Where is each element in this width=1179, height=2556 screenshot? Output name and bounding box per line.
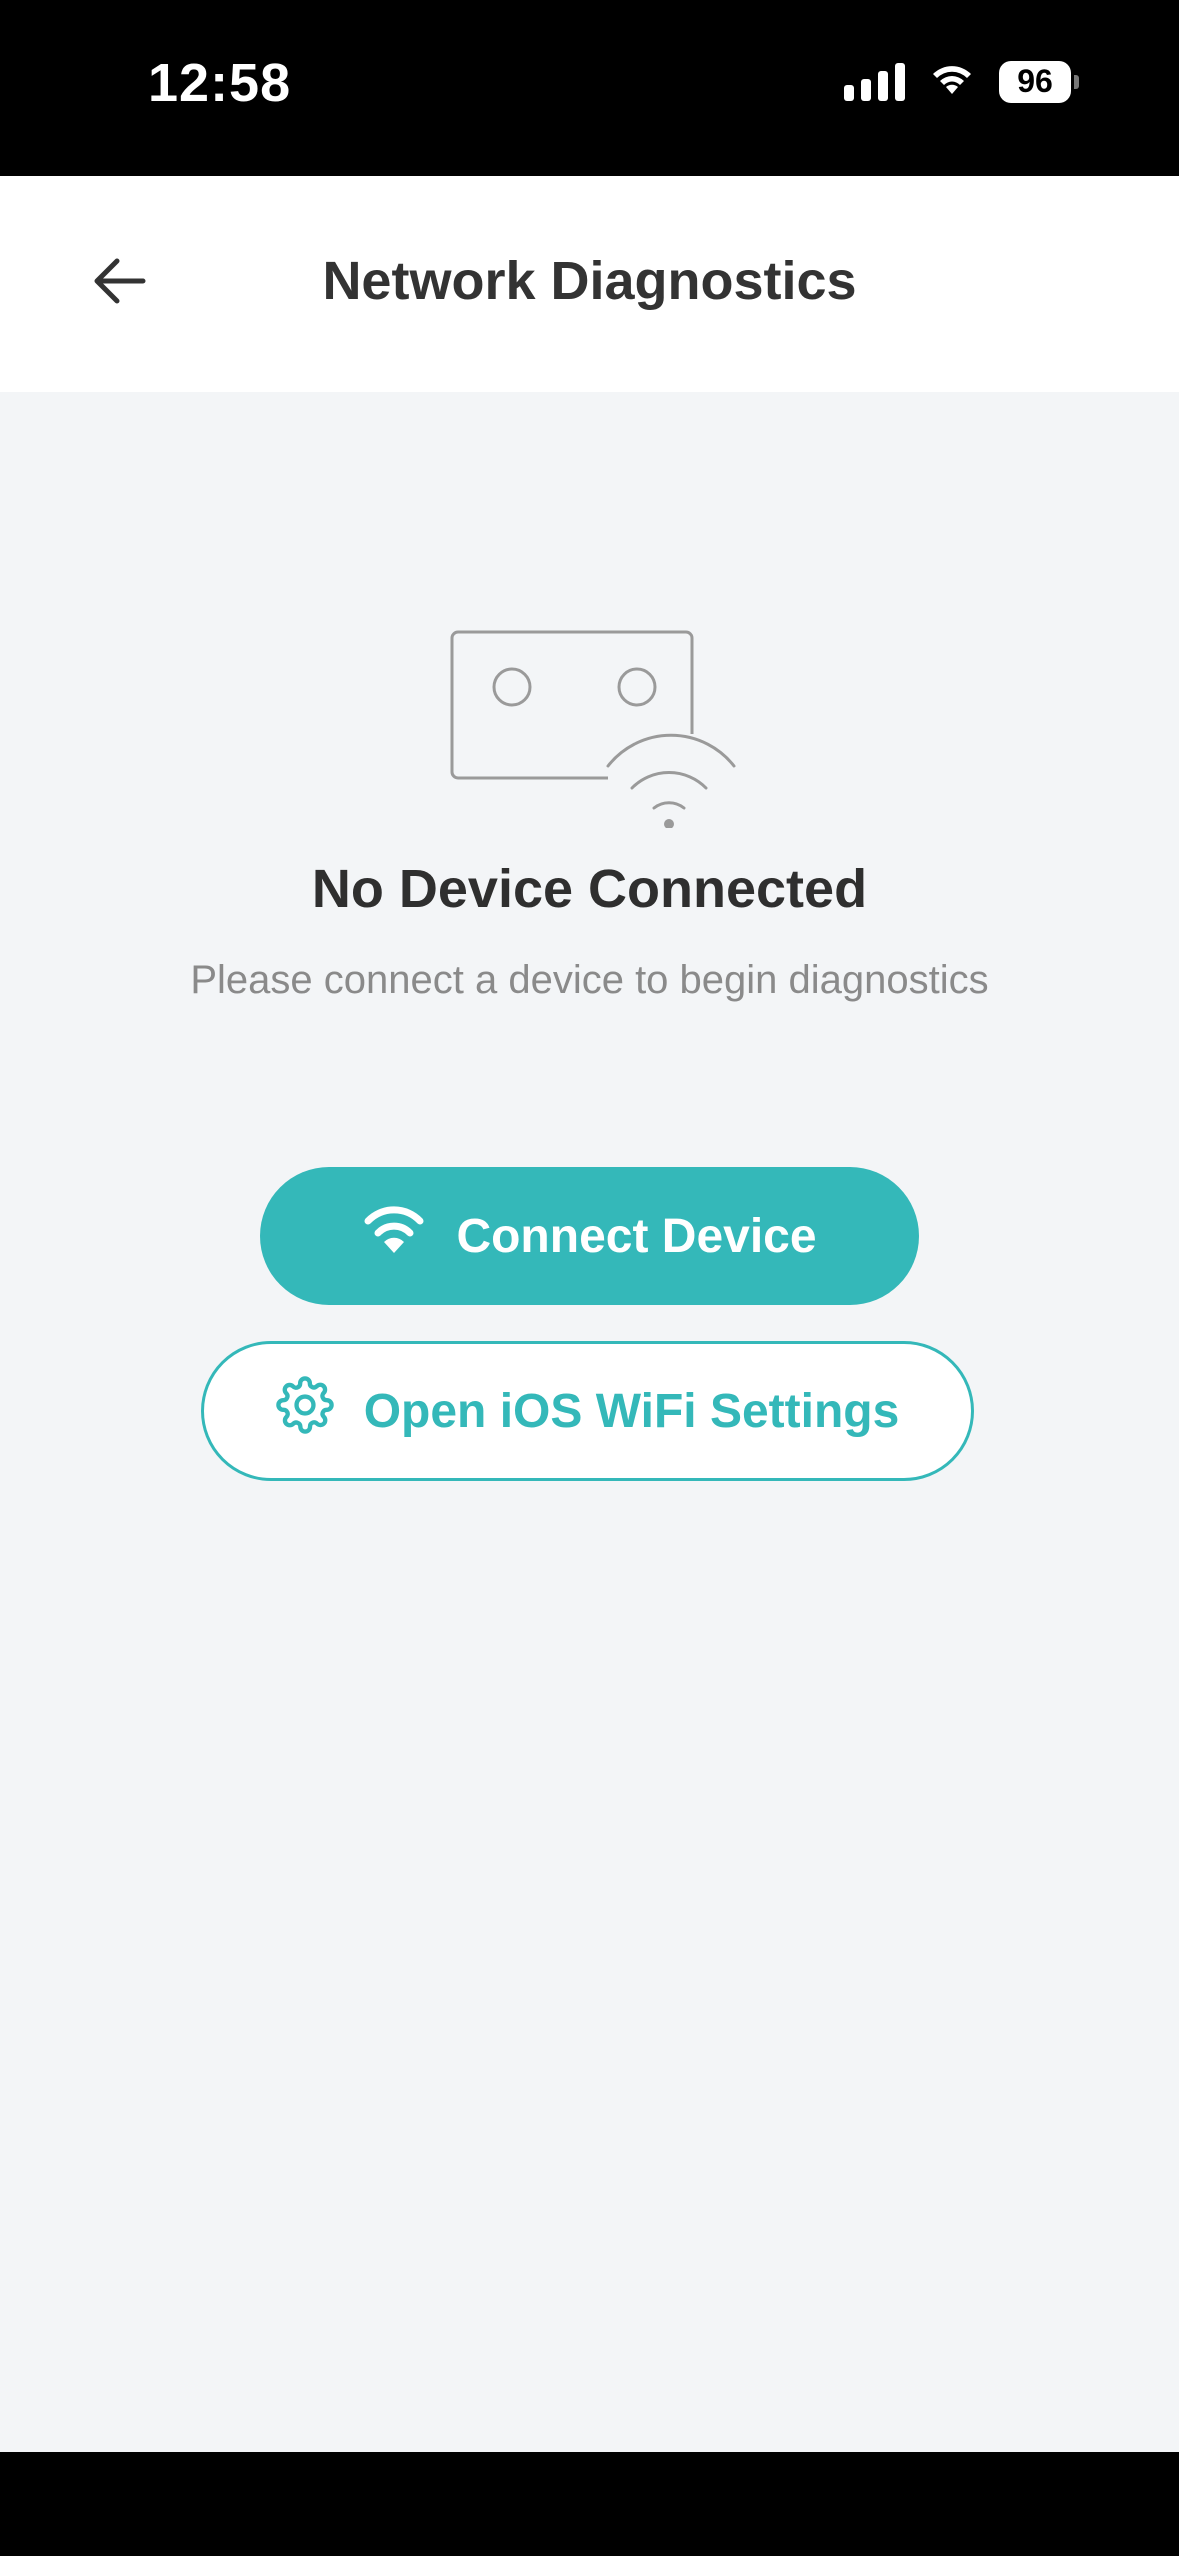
open-wifi-settings-button[interactable]: Open iOS WiFi Settings: [201, 1341, 974, 1481]
empty-state-subtitle: Please connect a device to begin diagnos…: [190, 958, 989, 1002]
connect-device-button[interactable]: Connect Device: [260, 1167, 919, 1305]
open-wifi-settings-label: Open iOS WiFi Settings: [363, 1384, 900, 1438]
device-disconnected-illustration: [448, 628, 738, 829]
cellular-signal-icon: [844, 62, 905, 101]
status-icons: 96: [844, 60, 1079, 103]
wifi-icon: [362, 1203, 426, 1269]
status-time: 12:58: [148, 53, 292, 113]
status-bar: 12:58 96: [0, 0, 1179, 176]
page-title: Network Diagnostics: [322, 251, 857, 311]
empty-state-title: No Device Connected: [311, 859, 868, 919]
battery-level: 96: [999, 60, 1071, 103]
navigation-bar: Network Diagnostics: [0, 176, 1179, 392]
home-indicator-area: [0, 2452, 1179, 2556]
battery-icon: 96: [999, 60, 1079, 103]
connect-device-label: Connect Device: [456, 1209, 817, 1263]
main-content: No Device Connected Please connect a dev…: [0, 392, 1179, 2452]
wifi-icon: [927, 60, 977, 103]
gear-icon: [276, 1376, 334, 1446]
